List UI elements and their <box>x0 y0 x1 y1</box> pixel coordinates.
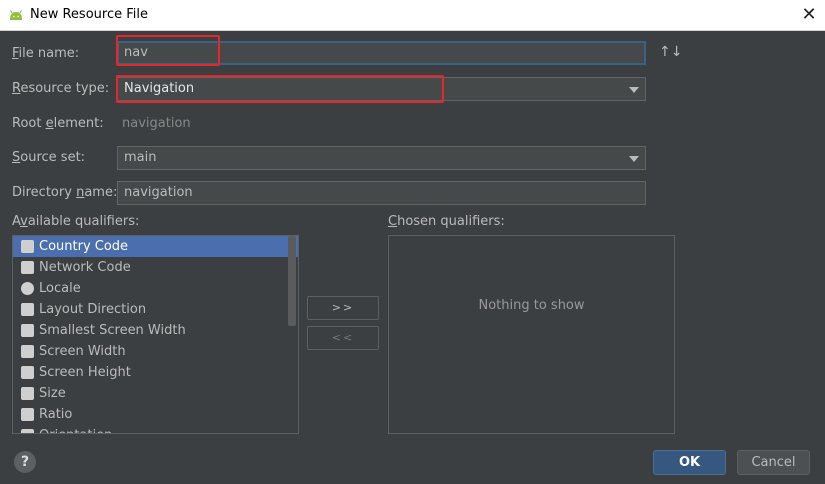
title-bar: New Resource File ✕ <box>0 0 825 31</box>
size-icon <box>21 387 34 400</box>
directory-name-input[interactable]: navigation <box>117 181 646 205</box>
network-code-icon <box>21 261 34 274</box>
list-item[interactable]: Orientation <box>13 425 298 433</box>
cancel-button[interactable]: Cancel <box>737 450 810 475</box>
help-icon[interactable]: ? <box>14 451 36 473</box>
list-item[interactable]: Network Code <box>13 257 298 278</box>
chosen-qualifiers-list[interactable]: Nothing to show <box>388 235 675 434</box>
available-qualifiers-list[interactable]: Country Code Network Code Locale Layout … <box>12 235 299 434</box>
ok-button[interactable]: OK <box>653 450 726 475</box>
close-icon[interactable]: ✕ <box>800 4 818 26</box>
sort-icon[interactable]: ↑↓ <box>659 44 682 60</box>
chosen-qualifiers-label: Chosen qualifiers: <box>388 214 505 229</box>
list-item[interactable]: Country Code <box>13 236 298 257</box>
directory-name-label: Directory name: <box>12 185 118 200</box>
list-item[interactable]: Screen Height <box>13 362 298 383</box>
country-code-icon <box>21 240 34 253</box>
chevron-down-icon <box>629 156 639 162</box>
list-item[interactable]: Ratio <box>13 404 298 425</box>
screen-height-icon <box>21 366 34 379</box>
chevron-down-icon <box>629 87 639 93</box>
list-item[interactable]: Size <box>13 383 298 404</box>
file-name-input[interactable]: nav <box>117 41 646 65</box>
list-item[interactable]: Locale <box>13 278 298 299</box>
add-qualifier-button[interactable]: >> <box>307 296 379 320</box>
android-icon <box>9 10 23 20</box>
list-item[interactable]: Screen Width <box>13 341 298 362</box>
root-element-label: Root element: <box>12 116 104 131</box>
resource-type-label: Resource type: <box>12 81 110 96</box>
empty-state-text: Nothing to show <box>478 298 585 313</box>
file-name-label: File name: <box>12 46 80 61</box>
source-set-dropdown[interactable]: main <box>117 146 646 170</box>
list-item[interactable]: Layout Direction <box>13 299 298 320</box>
resource-type-dropdown[interactable]: Navigation <box>117 77 646 101</box>
screen-width-icon <box>21 345 34 358</box>
globe-icon <box>21 282 34 295</box>
smallest-screen-width-icon <box>21 324 34 337</box>
ratio-icon <box>21 408 34 421</box>
layout-direction-icon <box>21 303 34 316</box>
list-item[interactable]: Smallest Screen Width <box>13 320 298 341</box>
available-qualifiers-label: Available qualifiers: <box>12 214 140 229</box>
source-set-label: Source set: <box>12 150 86 165</box>
root-element-value: navigation <box>122 116 191 131</box>
remove-qualifier-button[interactable]: << <box>307 326 379 350</box>
list-scrollbar[interactable] <box>288 236 296 326</box>
orientation-icon <box>21 429 34 433</box>
window-title: New Resource File <box>30 7 148 22</box>
